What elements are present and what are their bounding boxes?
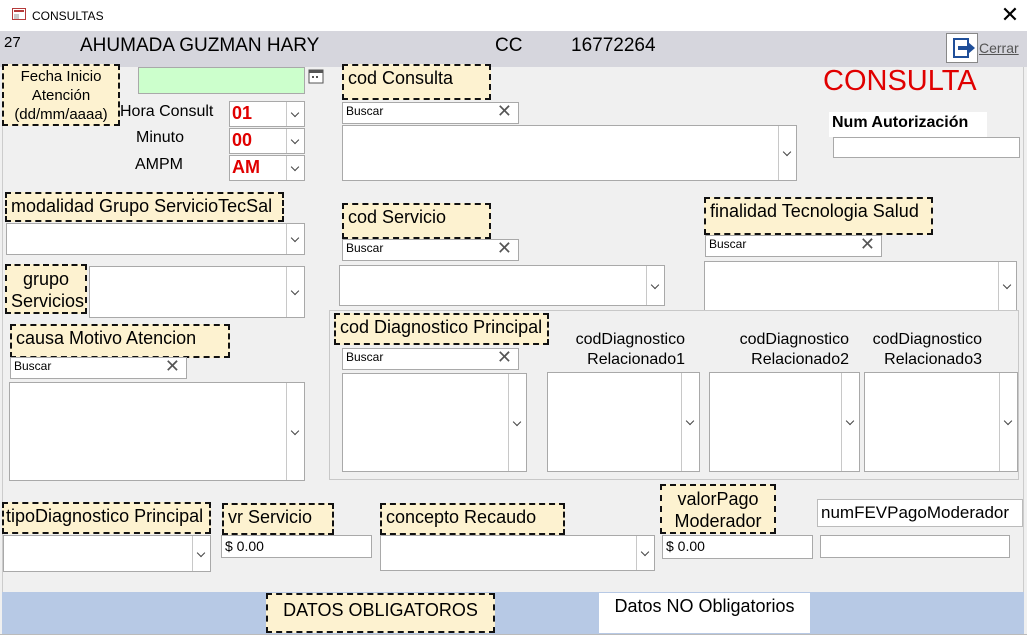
- chevron-down-icon[interactable]: [192, 536, 210, 571]
- concepto-recaudo-label: concepto Recaudo: [380, 503, 565, 535]
- chevron-down-icon[interactable]: [286, 267, 304, 317]
- clear-x-icon[interactable]: ✕: [497, 239, 512, 257]
- cod-servicio-search[interactable]: Buscar ✕: [342, 239, 519, 261]
- cod-consulta-search[interactable]: Buscar ✕: [342, 102, 519, 124]
- chevron-down-icon[interactable]: [286, 102, 304, 126]
- vr-servicio-input[interactable]: $ 0.00: [221, 535, 372, 558]
- calendar-icon[interactable]: [308, 68, 324, 84]
- chevron-down-icon[interactable]: [998, 262, 1016, 310]
- diag-rel2-select[interactable]: [709, 372, 860, 472]
- title-bar: CONSULTAS ✕: [0, 0, 1027, 31]
- ampm-value: AM: [232, 157, 260, 177]
- tipo-diagnostico-select[interactable]: [3, 535, 211, 572]
- cod-consulta-select[interactable]: [342, 125, 797, 181]
- window-close-button[interactable]: ✕: [996, 2, 1024, 28]
- hora-value: 01: [232, 103, 253, 123]
- tipo-diagnostico-label: tipoDiagnostico Principal: [2, 502, 211, 534]
- search-placeholder: Buscar: [346, 241, 384, 255]
- diag-rel3-label: codDiagnostico Relacionado3: [872, 331, 982, 368]
- search-placeholder: Buscar: [14, 359, 52, 373]
- diag-rel1-label: codDiagnostico Relacionado1: [575, 331, 685, 368]
- datos-obligatorios-legend: DATOS OBLIGATOROS: [266, 593, 495, 633]
- ampm-select[interactable]: AM: [229, 155, 305, 181]
- causa-motivo-search[interactable]: Buscar ✕: [10, 357, 187, 379]
- causa-motivo-label: causa Motivo Atencion: [10, 324, 230, 358]
- finalidad-label: finalidad Tecnologia Salud: [704, 197, 933, 235]
- num-autorizacion-label: Num Autorización: [829, 112, 987, 137]
- document-number: 16772264: [571, 35, 656, 56]
- chevron-down-icon[interactable]: [508, 374, 526, 471]
- record-id: 27: [4, 34, 21, 51]
- clear-x-icon[interactable]: ✕: [497, 102, 512, 120]
- grupo-servicios-select[interactable]: [89, 266, 305, 318]
- diag-principal-select[interactable]: [342, 373, 527, 472]
- fecha-inicio-input[interactable]: [138, 67, 305, 94]
- modalidad-select[interactable]: [6, 223, 305, 255]
- status-strip: [0, 634, 1027, 644]
- fecha-label: Fecha Inicio Atención (dd/mm/aaaa): [2, 64, 120, 126]
- chevron-down-icon[interactable]: [286, 224, 304, 254]
- window-title: CONSULTAS: [32, 9, 104, 23]
- hora-label: Hora Consult: [120, 103, 214, 120]
- chevron-down-icon[interactable]: [778, 126, 796, 180]
- diag-rel3-select[interactable]: [864, 372, 1018, 472]
- modalidad-label: modalidad Grupo ServicioTecSal: [5, 192, 284, 222]
- diag-rel1-select[interactable]: [547, 372, 700, 472]
- search-placeholder: Buscar: [346, 104, 384, 118]
- chevron-down-icon[interactable]: [286, 129, 304, 153]
- exit-door-icon: [953, 38, 975, 58]
- finalidad-search[interactable]: Buscar ✕: [705, 235, 882, 257]
- num-fev-input[interactable]: [820, 535, 1010, 558]
- chevron-down-icon[interactable]: [286, 383, 304, 480]
- clear-x-icon[interactable]: ✕: [497, 348, 512, 366]
- clear-x-icon[interactable]: ✕: [860, 235, 875, 253]
- search-placeholder: Buscar: [346, 350, 384, 364]
- minuto-select[interactable]: 00: [229, 128, 305, 154]
- chevron-down-icon[interactable]: [636, 536, 654, 570]
- cod-consulta-label: cod Consulta: [342, 64, 491, 100]
- document-type: CC: [495, 35, 523, 56]
- close-form-label[interactable]: Cerrar: [979, 40, 1019, 56]
- chevron-down-icon[interactable]: [999, 373, 1017, 471]
- diag-principal-search[interactable]: Buscar ✕: [342, 348, 519, 370]
- num-autorizacion-input[interactable]: [833, 137, 1020, 158]
- minuto-label: Minuto: [136, 129, 185, 146]
- grupo-servicios-label: grupo Servicios: [5, 264, 87, 314]
- chevron-down-icon[interactable]: [646, 266, 664, 305]
- cod-servicio-select[interactable]: [339, 265, 665, 306]
- chevron-down-icon[interactable]: [681, 373, 699, 471]
- footer-band: [2, 592, 1024, 634]
- hora-select[interactable]: 01: [229, 101, 305, 127]
- form-window-icon: [12, 8, 26, 20]
- ampm-label: AMPM: [135, 156, 183, 173]
- clear-x-icon[interactable]: ✕: [165, 357, 180, 375]
- diag-rel2-label: codDiagnostico Relacionado2: [739, 331, 849, 368]
- datos-no-obligatorios-legend: Datos NO Obligatorios: [599, 593, 810, 633]
- causa-motivo-select[interactable]: [9, 382, 305, 481]
- valor-pago-label: valorPago Moderador: [660, 484, 776, 534]
- chevron-down-icon[interactable]: [286, 156, 304, 180]
- page-title: CONSULTA: [823, 65, 977, 97]
- cod-servicio-label: cod Servicio: [342, 203, 491, 239]
- chevron-down-icon[interactable]: [841, 373, 859, 471]
- diag-principal-label: cod Diagnostico Principal: [334, 313, 549, 345]
- search-placeholder: Buscar: [709, 237, 747, 251]
- num-fev-label: numFEVPagoModerador: [817, 499, 1023, 527]
- vr-servicio-label: vr Servicio: [222, 503, 334, 535]
- close-form-button[interactable]: [946, 33, 978, 63]
- minuto-value: 00: [232, 130, 253, 150]
- concepto-recaudo-select[interactable]: [380, 535, 655, 571]
- valor-pago-input[interactable]: $ 0.00: [662, 535, 813, 559]
- finalidad-select[interactable]: [704, 261, 1017, 311]
- patient-name: AHUMADA GUZMAN HARY: [80, 35, 320, 56]
